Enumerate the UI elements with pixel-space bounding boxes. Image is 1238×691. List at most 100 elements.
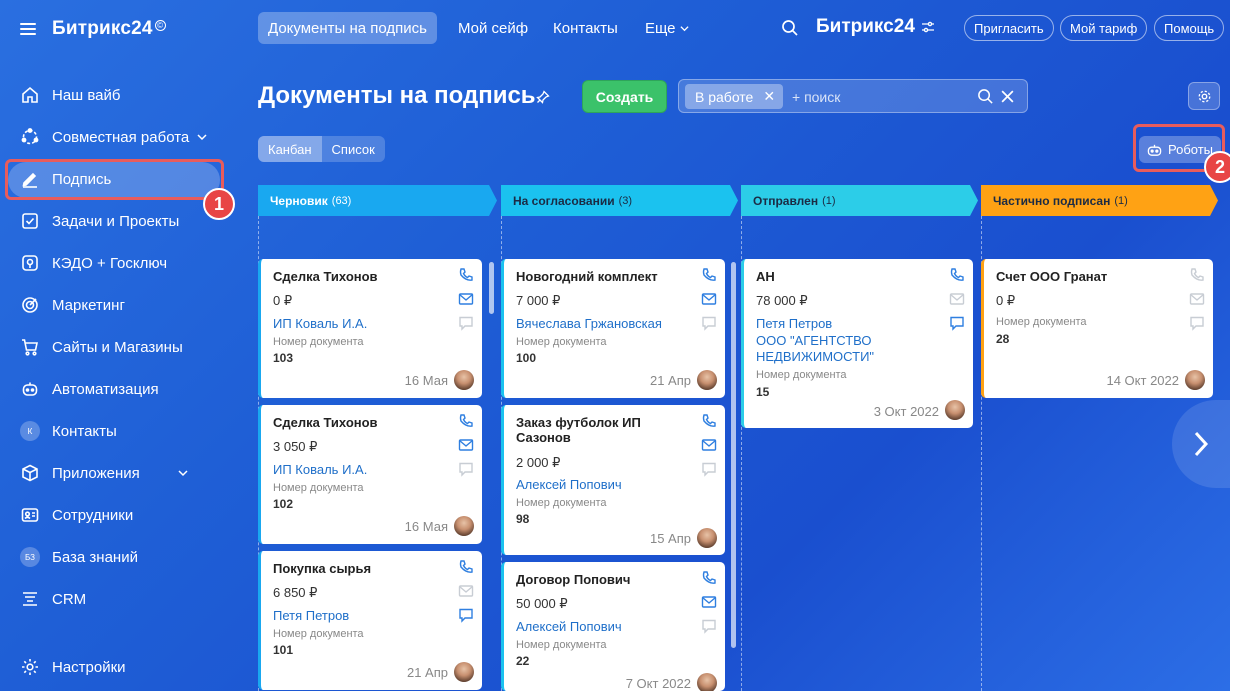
sidebar-item-kedo[interactable]: КЭДО + Госключ xyxy=(0,242,236,284)
phone-icon[interactable] xyxy=(1189,267,1205,283)
column-scrollbar[interactable] xyxy=(731,262,736,648)
card-client[interactable]: ИП Коваль И.А. xyxy=(273,462,453,478)
mail-icon[interactable] xyxy=(458,437,474,453)
sidebar-item-knowledge[interactable]: БЗ База знаний xyxy=(0,536,236,578)
filter-chip[interactable]: В работе ✕ xyxy=(685,84,784,109)
deal-card[interactable]: Покупка сырья 6 850 ₽ Петя Петров Номер … xyxy=(258,551,482,690)
sidebar-item-collab[interactable]: Совместная работа xyxy=(0,116,236,158)
avatar[interactable] xyxy=(454,662,474,682)
column-scrollbar[interactable] xyxy=(489,262,494,314)
card-title[interactable]: Счет ООО Гранат xyxy=(996,269,1166,284)
column-header-draft[interactable]: Черновик (63) xyxy=(258,185,490,216)
avatar[interactable] xyxy=(454,516,474,536)
column-header-partial[interactable]: Частично подписан (1) xyxy=(981,185,1213,216)
card-client[interactable]: Петя Петров xyxy=(756,316,936,332)
tab-contacts[interactable]: Контакты xyxy=(543,12,628,44)
menu-icon[interactable] xyxy=(20,23,36,35)
column-header-approval[interactable]: На согласовании (3) xyxy=(501,185,733,216)
chat-icon[interactable] xyxy=(701,618,717,634)
invite-button[interactable]: Пригласить xyxy=(964,15,1054,41)
phone-icon[interactable] xyxy=(949,267,965,283)
mail-icon[interactable] xyxy=(458,291,474,307)
avatar[interactable] xyxy=(945,400,965,420)
deal-card[interactable]: Сделка Тихонов 0 ₽ ИП Коваль И.А. Номер … xyxy=(258,259,482,398)
mail-icon[interactable] xyxy=(458,583,474,599)
phone-icon[interactable] xyxy=(701,267,717,283)
card-client[interactable]: Алексей Попович xyxy=(516,477,696,493)
help-button[interactable]: Помощь xyxy=(1154,15,1225,41)
deal-card[interactable]: Сделка Тихонов 3 050 ₽ ИП Коваль И.А. Но… xyxy=(258,405,482,544)
chat-icon[interactable] xyxy=(1189,315,1205,331)
sidebar-item-tasks[interactable]: Задачи и Проекты xyxy=(0,200,236,242)
chat-icon[interactable] xyxy=(949,315,965,331)
avatar[interactable] xyxy=(697,370,717,390)
avatar[interactable] xyxy=(454,370,474,390)
card-title[interactable]: Договор Попович xyxy=(516,572,686,587)
create-button[interactable]: Создать xyxy=(582,80,667,113)
deal-card[interactable]: АН 78 000 ₽ Петя Петров ООО "АГЕНТСТВО Н… xyxy=(741,259,973,428)
card-client[interactable]: Алексей Попович xyxy=(516,619,696,635)
clear-icon[interactable] xyxy=(1000,89,1015,104)
pin-icon[interactable] xyxy=(536,90,550,104)
view-list[interactable]: Список xyxy=(322,136,385,162)
deal-card[interactable]: Заказ футболок ИП Сазонов 2 000 ₽ Алексе… xyxy=(501,405,725,555)
sidebar-item-marketing[interactable]: Маркетинг xyxy=(0,284,236,326)
avatar[interactable] xyxy=(1185,370,1205,390)
phone-icon[interactable] xyxy=(458,559,474,575)
card-company[interactable]: ООО "АГЕНТСТВО НЕДВИЖИМОСТИ" xyxy=(756,333,906,365)
tariff-button[interactable]: Мой тариф xyxy=(1060,15,1148,41)
card-client[interactable]: Петя Петров xyxy=(273,608,453,624)
card-doc-number: 28 xyxy=(996,332,1010,346)
mail-icon[interactable] xyxy=(1189,291,1205,307)
search-icon[interactable] xyxy=(781,19,799,37)
top-brand[interactable]: Битрикс24 xyxy=(816,16,935,38)
tab-more[interactable]: Еще xyxy=(635,12,699,44)
card-client[interactable]: ИП Коваль И.А. xyxy=(273,316,453,332)
column-header-sent[interactable]: Отправлен (1) xyxy=(741,185,973,216)
phone-icon[interactable] xyxy=(458,413,474,429)
sidebar-item-sites[interactable]: Сайты и Магазины xyxy=(0,326,236,368)
chat-icon[interactable] xyxy=(701,315,717,331)
sidebar-item-settings[interactable]: Настройки xyxy=(0,646,126,688)
chat-icon[interactable] xyxy=(458,461,474,477)
mail-icon[interactable] xyxy=(949,291,965,307)
card-client[interactable]: Вячеслава Гржановская xyxy=(516,316,696,332)
column-count: (63) xyxy=(331,194,352,207)
filter-search-box[interactable]: В работе ✕ + поиск xyxy=(678,79,1028,113)
sidebar-item-apps[interactable]: Приложения xyxy=(0,452,236,494)
search-icon[interactable] xyxy=(977,88,994,105)
deal-card[interactable]: Договор Попович 50 000 ₽ Алексей Попович… xyxy=(501,562,725,691)
sidebar-item-vibe[interactable]: Наш вайб xyxy=(0,74,236,116)
sidebar-item-employees[interactable]: Сотрудники xyxy=(0,494,236,536)
chat-icon[interactable] xyxy=(458,315,474,331)
chat-icon[interactable] xyxy=(458,607,474,623)
card-title[interactable]: АН xyxy=(756,269,926,284)
tab-safe[interactable]: Мой сейф xyxy=(448,12,538,44)
avatar[interactable] xyxy=(697,528,717,548)
settings-button[interactable] xyxy=(1188,82,1220,110)
search-input[interactable]: + поиск xyxy=(792,89,840,105)
card-title[interactable]: Покупка сырья xyxy=(273,561,443,576)
deal-card[interactable]: Новогодний комплект 7 000 ₽ Вячеслава Гр… xyxy=(501,259,725,398)
chat-icon[interactable] xyxy=(701,461,717,477)
mail-icon[interactable] xyxy=(701,594,717,610)
phone-icon[interactable] xyxy=(701,413,717,429)
phone-icon[interactable] xyxy=(701,570,717,586)
phone-icon[interactable] xyxy=(458,267,474,283)
avatar[interactable] xyxy=(697,673,717,691)
card-title[interactable]: Заказ футболок ИП Сазонов xyxy=(516,415,686,445)
mail-icon[interactable] xyxy=(701,291,717,307)
sidebar-item-contacts[interactable]: К Контакты xyxy=(0,410,236,452)
tab-documents[interactable]: Документы на подпись xyxy=(258,12,437,44)
sidebar-item-automation[interactable]: Автоматизация xyxy=(0,368,236,410)
logo[interactable]: Битрикс24 © xyxy=(52,18,166,40)
deal-card[interactable]: Счет ООО Гранат 0 ₽ Номер документа 28 1… xyxy=(981,259,1213,398)
card-title[interactable]: Новогодний комплект xyxy=(516,269,686,284)
close-icon[interactable]: ✕ xyxy=(763,88,775,105)
mail-icon[interactable] xyxy=(701,437,717,453)
view-kanban[interactable]: Канбан xyxy=(258,136,322,162)
sidebar-item-crm[interactable]: CRM xyxy=(0,578,236,620)
card-title[interactable]: Сделка Тихонов xyxy=(273,415,443,430)
card-title[interactable]: Сделка Тихонов xyxy=(273,269,443,284)
scroll-right-button[interactable] xyxy=(1172,400,1230,488)
